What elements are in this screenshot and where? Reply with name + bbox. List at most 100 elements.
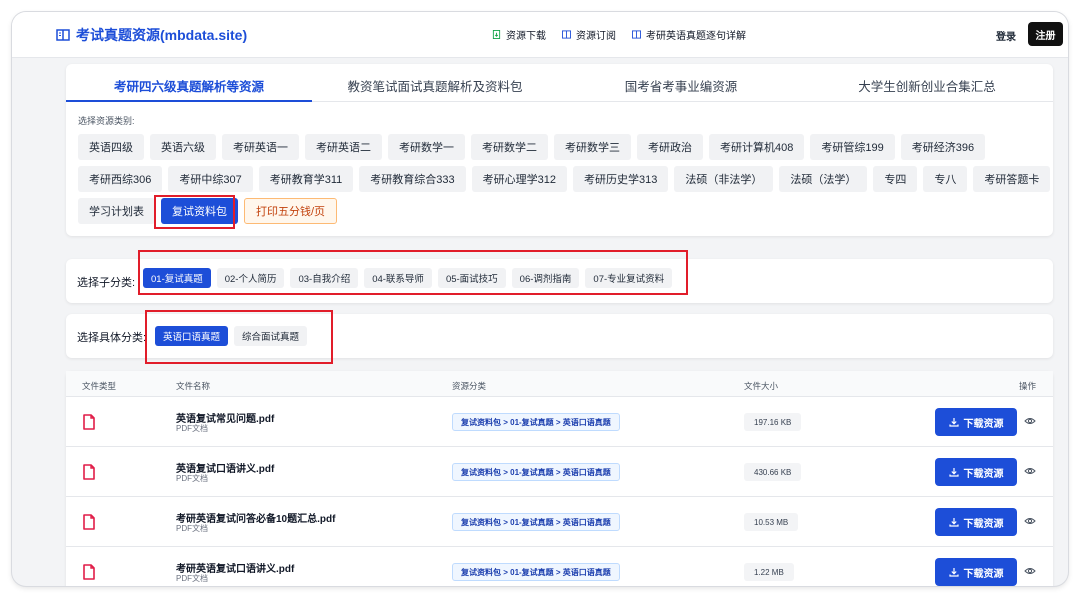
table-row: 英语复试口语讲义.pdf PDF文档 复试资料包 > 01-复试真题 > 英语口…: [66, 447, 1053, 497]
download-icon: [948, 518, 959, 527]
app-window: 考试真题资源(mbdata.site) 资源下载 资源订阅 考研英语真题逐句详解…: [12, 12, 1068, 586]
nav-label: 资源订阅: [576, 31, 616, 42]
book-icon: [632, 30, 641, 39]
file-table: 文件类型 文件名称 资源分类 文件大小 操作 英语复试常见问题.pdf PDF文…: [66, 371, 1053, 586]
specific-pill[interactable]: 综合面试真题: [234, 326, 308, 346]
category-badge: 复试资料包 > 01-复试真题 > 英语口语真题: [452, 463, 620, 481]
top-nav: 资源下载 资源订阅 考研英语真题逐句详解: [492, 27, 746, 42]
tab-civil-service[interactable]: 国考省考事业编资源: [558, 64, 804, 101]
category-chip[interactable]: 考研教育综合333: [359, 166, 466, 192]
size-badge: 1.22 MB: [744, 563, 794, 581]
category-chip[interactable]: 考研英语一: [222, 134, 299, 160]
category-chip-selected[interactable]: 复试资料包: [161, 198, 238, 224]
resource-category-panel: 考研四六级真题解析等资源 教资笔试面试真题解析及资料包 国考省考事业编资源 大学…: [66, 64, 1053, 236]
category-chip[interactable]: 考研教育学311: [258, 166, 354, 192]
category-chip[interactable]: 考研心理学312: [471, 166, 567, 192]
category-chip[interactable]: 考研西综306: [78, 166, 163, 192]
subcategory-pill[interactable]: 02-个人简历: [216, 268, 285, 288]
category-chip[interactable]: 法硕（法学）: [779, 166, 868, 192]
eye-icon[interactable]: [1024, 465, 1036, 477]
subcategory-pill[interactable]: 05-面试技巧: [437, 268, 506, 288]
book-open-icon: [56, 29, 70, 41]
pdf-file-icon: [83, 514, 95, 530]
nav-resource-download[interactable]: 资源下载: [492, 27, 546, 42]
subcategory-label: 选择子分类:: [77, 277, 136, 289]
category-chip[interactable]: 法硕（非法学）: [674, 166, 774, 192]
brand-title: 考试真题资源(mbdata.site): [76, 27, 248, 43]
col-action: 操作: [1019, 381, 1037, 391]
subcategory-pill[interactable]: 06-调剂指南: [511, 268, 580, 288]
category-chip[interactable]: 考研历史学313: [572, 166, 669, 192]
table-row: 考研英语复试问答必备10题汇总.pdf PDF文档 复试资料包 > 01-复试真…: [66, 497, 1053, 547]
category-chip[interactable]: 专八: [923, 166, 968, 192]
top-navbar: 考试真题资源(mbdata.site) 资源下载 资源订阅 考研英语真题逐句详解…: [12, 12, 1068, 58]
subcategory-pill-selected[interactable]: 01-复试真题: [143, 268, 211, 288]
download-label: 下载资源: [963, 568, 1004, 580]
download-doc-icon: [492, 30, 501, 39]
download-icon: [948, 418, 959, 427]
size-badge: 10.53 MB: [744, 513, 799, 531]
category-chip[interactable]: 考研经济396: [900, 134, 986, 160]
file-type: PDF文档: [176, 474, 208, 483]
tab-teacher-cert[interactable]: 教资笔试面试真题解析及资料包: [312, 64, 558, 101]
category-chip[interactable]: 英语四级: [78, 134, 144, 160]
download-icon: [948, 568, 959, 577]
category-chip[interactable]: 英语六级: [150, 134, 216, 160]
category-chip[interactable]: 专四: [873, 166, 918, 192]
pdf-file-icon: [83, 564, 95, 580]
subcategory-pill[interactable]: 07-专业复试资料: [585, 268, 673, 288]
specific-category-label: 选择具体分类:: [77, 332, 147, 344]
table-header: 文件类型 文件名称 资源分类 文件大小 操作: [66, 371, 1053, 397]
category-chip[interactable]: 考研数学二: [471, 134, 548, 160]
size-badge: 430.66 KB: [744, 463, 802, 481]
category-chip[interactable]: 学习计划表: [78, 198, 155, 224]
nav-resource-subscribe[interactable]: 资源订阅: [562, 27, 616, 42]
download-label: 下载资源: [963, 518, 1004, 530]
eye-icon[interactable]: [1024, 515, 1036, 527]
subcategory-pill[interactable]: 04-联系导师: [364, 268, 432, 288]
category-chip[interactable]: 考研中综307: [168, 166, 253, 192]
col-category: 资源分类: [452, 381, 487, 391]
category-chip[interactable]: 考研答题卡: [973, 166, 1051, 192]
login-link[interactable]: 登录: [996, 28, 1016, 43]
eye-icon[interactable]: [1024, 565, 1036, 577]
download-label: 下载资源: [963, 418, 1004, 430]
nav-english-detail[interactable]: 考研英语真题逐句详解: [632, 27, 746, 42]
pdf-file-icon: [83, 464, 95, 480]
category-label: 选择资源类别:: [78, 116, 135, 126]
resource-tabs: 考研四六级真题解析等资源 教资笔试面试真题解析及资料包 国考省考事业编资源 大学…: [66, 64, 1053, 102]
category-chip[interactable]: 考研计算机408: [709, 134, 805, 160]
download-button[interactable]: 下载资源: [935, 408, 1017, 436]
eye-icon[interactable]: [1024, 415, 1036, 427]
download-button[interactable]: 下载资源: [935, 558, 1017, 586]
chip-row: 英语四级 英语六级 考研英语一 考研英语二 考研数学一 考研数学二 考研数学三 …: [78, 134, 1038, 160]
file-type: PDF文档: [176, 524, 208, 533]
tab-innovation[interactable]: 大学生创新创业合集汇总: [804, 64, 1050, 101]
print-service-chip[interactable]: 打印五分钱/页: [244, 198, 338, 224]
subcategory-pills: 01-复试真题 02-个人简历 03-自我介绍 04-联系导师 05-面试技巧 …: [143, 268, 673, 288]
subscribe-icon: [562, 30, 571, 39]
category-chip[interactable]: 考研英语二: [305, 134, 382, 160]
category-badge: 复试资料包 > 01-复试真题 > 英语口语真题: [452, 513, 620, 531]
register-button[interactable]: 注册: [1028, 22, 1063, 46]
chip-row: 学习计划表 复试资料包 打印五分钱/页: [78, 198, 1038, 224]
category-chip[interactable]: 考研数学三: [554, 134, 631, 160]
specific-pill-selected[interactable]: 英语口语真题: [155, 326, 229, 346]
col-size: 文件大小: [744, 381, 779, 391]
subcategory-pill[interactable]: 03-自我介绍: [290, 268, 359, 288]
download-button[interactable]: 下载资源: [935, 458, 1017, 486]
tab-kaoyan-cet[interactable]: 考研四六级真题解析等资源: [66, 64, 312, 102]
size-badge: 197.16 KB: [744, 413, 802, 431]
brand[interactable]: 考试真题资源(mbdata.site): [56, 25, 247, 45]
table-row: 考研英语复试口语讲义.pdf PDF文档 复试资料包 > 01-复试真题 > 英…: [66, 547, 1053, 586]
category-chip[interactable]: 考研数学一: [388, 134, 465, 160]
category-badge: 复试资料包 > 01-复试真题 > 英语口语真题: [452, 563, 620, 581]
nav-label: 考研英语真题逐句详解: [646, 31, 746, 42]
category-chip[interactable]: 考研政治: [637, 134, 703, 160]
specific-category-pills: 英语口语真题 综合面试真题: [155, 326, 308, 346]
download-icon: [948, 468, 959, 477]
download-button[interactable]: 下载资源: [935, 508, 1017, 536]
subcategory-panel: 选择子分类: 01-复试真题 02-个人简历 03-自我介绍 04-联系导师 0…: [66, 259, 1053, 303]
download-label: 下载资源: [963, 468, 1004, 480]
category-chip[interactable]: 考研管综199: [810, 134, 895, 160]
